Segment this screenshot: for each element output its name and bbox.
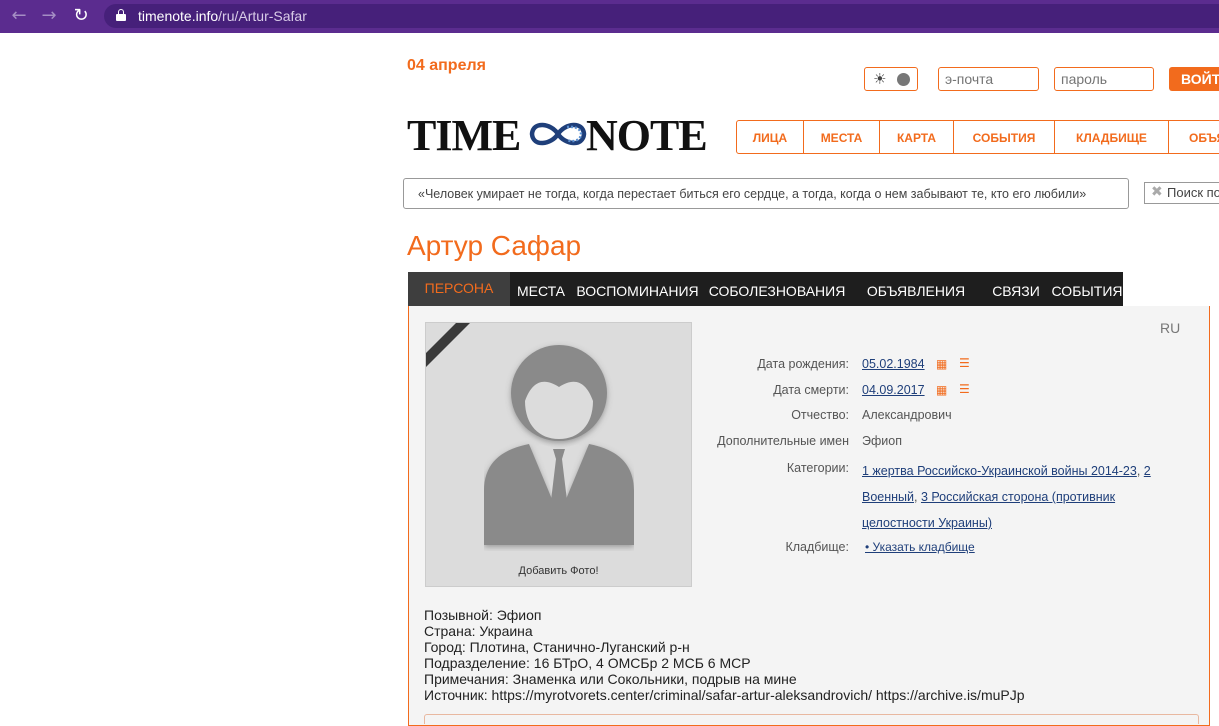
bio-line: Примечания: Знаменка или Сокольники, под… bbox=[424, 671, 797, 687]
search-placeholder: Поиск по имени bbox=[1167, 185, 1219, 200]
cemetery-label: Кладбище: bbox=[785, 540, 849, 554]
nav-faces[interactable]: ЛИЦА bbox=[737, 121, 804, 153]
quote-banner: «Человек умирает не тогда, когда переста… bbox=[403, 178, 1129, 209]
patronymic-value: Александрович bbox=[862, 408, 952, 422]
death-date-link[interactable]: 04.09.2017 bbox=[862, 383, 925, 397]
death-date-label: Дата смерти: bbox=[773, 383, 849, 397]
photo-placeholder[interactable]: Добавить Фото! bbox=[425, 322, 692, 587]
bio-line: Источник: https://myrotvorets.center/cri… bbox=[424, 687, 1025, 703]
birth-date-label: Дата рождения: bbox=[757, 357, 849, 371]
other-names-value: Эфиоп bbox=[862, 434, 902, 448]
email-field[interactable] bbox=[938, 67, 1039, 91]
sun-icon: ☀ bbox=[873, 70, 887, 88]
person-list-icon[interactable]: ☰ bbox=[959, 382, 970, 396]
main-navigation: ЛИЦА МЕСТА КАРТА СОБЫТИЯ КЛАДБИЩЕ ОБЪЯВЛ… bbox=[736, 120, 1219, 154]
bio-line: Страна: Украина bbox=[424, 623, 533, 639]
person-silhouette-icon bbox=[484, 345, 634, 545]
reload-icon[interactable]: ↻ bbox=[70, 5, 92, 27]
bio-line: Подразделение: 16 БТрО, 4 ОМСБр 2 МСБ 6 … bbox=[424, 655, 751, 671]
nav-cemetery[interactable]: КЛАДБИЩЕ bbox=[1055, 121, 1169, 153]
moon-icon bbox=[897, 73, 910, 86]
lock-icon bbox=[116, 9, 126, 21]
add-photo-link[interactable]: Добавить Фото! bbox=[426, 565, 691, 577]
calendar-icon[interactable]: ▦ bbox=[936, 383, 947, 397]
language-indicator: RU bbox=[1160, 320, 1181, 336]
next-section-box bbox=[424, 714, 1199, 724]
categories-label: Категории: bbox=[786, 461, 849, 475]
nav-announcements[interactable]: ОБЪЯВЛЕНИЯ bbox=[1169, 121, 1219, 153]
back-arrow-icon[interactable]: ← bbox=[8, 5, 30, 27]
url-text: timenote.info/ru/Artur-Safar bbox=[138, 8, 307, 24]
clear-search-icon[interactable]: ✖ bbox=[1151, 184, 1163, 200]
person-card: Добавить Фото! RU Дата рождения: 05.02.1… bbox=[408, 306, 1210, 726]
tab-events[interactable]: СОБЫТИЯ bbox=[1051, 272, 1123, 306]
forward-arrow-icon[interactable]: → bbox=[38, 5, 60, 27]
biography-text: Позывной: Эфиоп Страна: Украина Город: П… bbox=[424, 607, 1025, 703]
logo-text-right: NOTE bbox=[586, 111, 708, 160]
patronymic-label: Отчество: bbox=[791, 408, 849, 422]
current-date: 04 апреля bbox=[407, 57, 486, 74]
set-cemetery-link[interactable]: • Указать кладбище bbox=[865, 540, 975, 554]
person-list-icon[interactable]: ☰ bbox=[959, 356, 970, 370]
calendar-icon[interactable]: ▦ bbox=[936, 357, 947, 371]
tab-person[interactable]: ПЕРСОНА bbox=[408, 272, 510, 306]
nav-events[interactable]: СОБЫТИЯ bbox=[954, 121, 1055, 153]
category-link[interactable]: 1 жертва Российско-Украинской войны 2014… bbox=[862, 464, 1137, 478]
bio-line: Город: Плотина, Станично-Луганский р-н bbox=[424, 639, 690, 655]
search-input[interactable]: ✖ Поиск по имени bbox=[1144, 182, 1219, 204]
tab-condolences[interactable]: СОБОЛЕЗНОВАНИЯ bbox=[703, 272, 851, 306]
tab-places[interactable]: МЕСТА bbox=[510, 272, 572, 306]
theme-toggle[interactable]: ☀ bbox=[864, 67, 918, 91]
page-title: Артур Сафар bbox=[407, 230, 582, 261]
tab-memories[interactable]: ВОСПОМИНАНИЯ bbox=[572, 272, 703, 306]
categories-list: 1 жертва Российско-Украинской войны 2014… bbox=[862, 464, 1151, 530]
nav-places[interactable]: МЕСТА bbox=[804, 121, 880, 153]
person-tabs: ПЕРСОНА МЕСТА ВОСПОМИНАНИЯ СОБОЛЕЗНОВАНИ… bbox=[408, 272, 1123, 306]
tab-announcements[interactable]: ОБЪЯВЛЕНИЯ bbox=[851, 272, 981, 306]
address-bar[interactable]: timenote.info/ru/Artur-Safar bbox=[104, 4, 1219, 28]
password-field[interactable] bbox=[1054, 67, 1154, 91]
bio-line: Позывной: Эфиоп bbox=[424, 607, 542, 623]
birth-date-link[interactable]: 05.02.1984 bbox=[862, 357, 925, 371]
tab-relations[interactable]: СВЯЗИ bbox=[981, 272, 1051, 306]
nav-map[interactable]: КАРТА bbox=[880, 121, 954, 153]
logo-text-left: TIME bbox=[407, 111, 521, 160]
login-button[interactable]: ВОЙТИ bbox=[1169, 67, 1219, 91]
other-names-label: Дополнительные имен bbox=[717, 434, 849, 448]
infinity-logo-icon bbox=[529, 122, 587, 146]
browser-toolbar: ← → ↻ timenote.info/ru/Artur-Safar bbox=[0, 0, 1219, 33]
